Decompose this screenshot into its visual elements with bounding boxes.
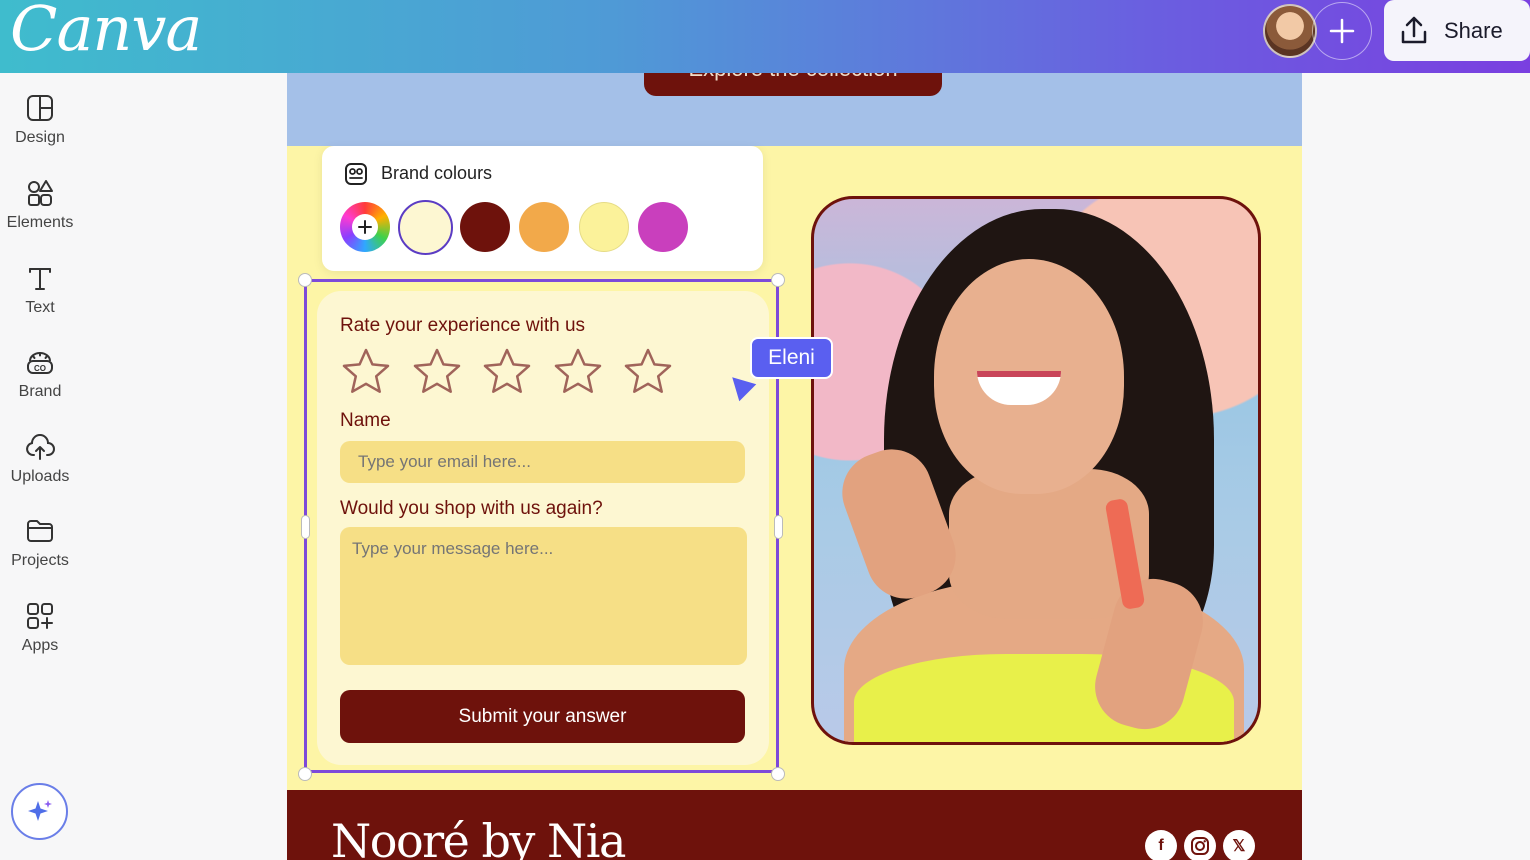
upload-cloud-icon <box>26 434 55 460</box>
brand-icon: CO <box>27 352 53 374</box>
rating-label: Rate your experience with us <box>340 315 586 336</box>
sidebar-item-label: Design <box>15 129 65 146</box>
brand-name: Nooré by Nia <box>331 814 626 860</box>
sidebar-item-projects[interactable]: Projects <box>0 516 80 570</box>
facebook-icon[interactable]: f <box>1145 830 1177 860</box>
sidebar-item-brand[interactable]: CO Brand <box>0 347 80 401</box>
magic-assistant-button[interactable] <box>11 783 68 840</box>
blue-section: Explore the collection <box>287 73 1302 146</box>
svg-text:CO: CO <box>34 364 46 373</box>
design-canvas[interactable]: Explore the collection Rate your experie… <box>287 73 1302 860</box>
sidebar-item-elements[interactable]: Elements <box>0 178 80 232</box>
collaborator-name-tag: Eleni <box>750 337 833 379</box>
sidebar-item-text[interactable]: Text <box>0 263 80 317</box>
sidebar-item-design[interactable]: Design <box>0 93 80 147</box>
resize-handle-left[interactable] <box>301 515 310 539</box>
resize-handle-right[interactable] <box>774 515 783 539</box>
apps-grid-icon <box>27 603 53 629</box>
model-photo[interactable] <box>811 196 1261 745</box>
star-rating-5-icon[interactable] <box>623 347 673 395</box>
folder-icon <box>27 520 53 542</box>
brand-kit-icon <box>345 163 367 185</box>
colour-swatch-maroon[interactable] <box>460 202 510 252</box>
submit-answer-button[interactable]: Submit your answer <box>340 690 745 743</box>
resize-handle-tr[interactable] <box>771 273 785 287</box>
sidebar-item-label: Brand <box>18 383 62 400</box>
brand-colours-popup: Brand colours <box>322 146 763 271</box>
colour-swatch-yellow[interactable] <box>579 202 629 252</box>
star-rating-3-icon[interactable] <box>482 347 532 395</box>
add-collaborator-button[interactable] <box>1312 2 1372 60</box>
resize-handle-bl[interactable] <box>298 767 312 781</box>
plus-icon <box>1329 18 1355 44</box>
sparkles-icon <box>27 799 52 821</box>
text-icon <box>29 268 51 290</box>
sidebar-item-label: Text <box>25 299 55 316</box>
sidebar-item-apps[interactable]: Apps <box>0 601 80 655</box>
plus-icon <box>352 214 378 240</box>
sidebar-item-label: Projects <box>11 552 69 569</box>
footer-section: Nooré by Nia f 𝕏 <box>287 790 1302 860</box>
sidebar-item-uploads[interactable]: Uploads <box>0 432 80 486</box>
resize-handle-tl[interactable] <box>298 273 312 287</box>
elements-shapes-icon <box>28 180 53 206</box>
instagram-icon[interactable] <box>1184 830 1216 860</box>
canva-logo[interactable]: Canva <box>10 0 202 65</box>
design-layout-icon <box>27 95 53 121</box>
star-rating-4-icon[interactable] <box>553 347 603 395</box>
share-button[interactable]: Share <box>1384 0 1530 61</box>
sidebar-item-label: Uploads <box>10 468 70 485</box>
explore-collection-button[interactable]: Explore the collection <box>644 73 942 96</box>
top-bar: Canva Share <box>0 0 1530 73</box>
resize-handle-br[interactable] <box>771 767 785 781</box>
name-label: Name <box>340 410 391 431</box>
x-icon[interactable]: 𝕏 <box>1223 830 1255 860</box>
user-avatar[interactable] <box>1263 4 1317 58</box>
colour-swatch-orange[interactable] <box>519 202 569 252</box>
add-colour-button[interactable] <box>340 202 390 252</box>
colour-swatch-magenta[interactable] <box>638 202 688 252</box>
share-upload-icon <box>1401 16 1427 43</box>
sidebar-item-label: Apps <box>21 637 59 654</box>
star-rating-1-icon[interactable] <box>341 347 391 395</box>
left-sidebar: Design Elements Text CO Brand Uploads Pr… <box>0 73 80 860</box>
brand-colours-title: Brand colours <box>381 163 493 183</box>
share-label: Share <box>1444 17 1503 43</box>
shop-again-label: Would you shop with us again? <box>340 498 603 519</box>
name-input[interactable] <box>340 441 745 483</box>
sidebar-item-label: Elements <box>6 214 74 231</box>
star-rating-2-icon[interactable] <box>412 347 462 395</box>
message-textarea[interactable] <box>340 527 747 665</box>
colour-swatch-cream[interactable] <box>398 200 453 255</box>
